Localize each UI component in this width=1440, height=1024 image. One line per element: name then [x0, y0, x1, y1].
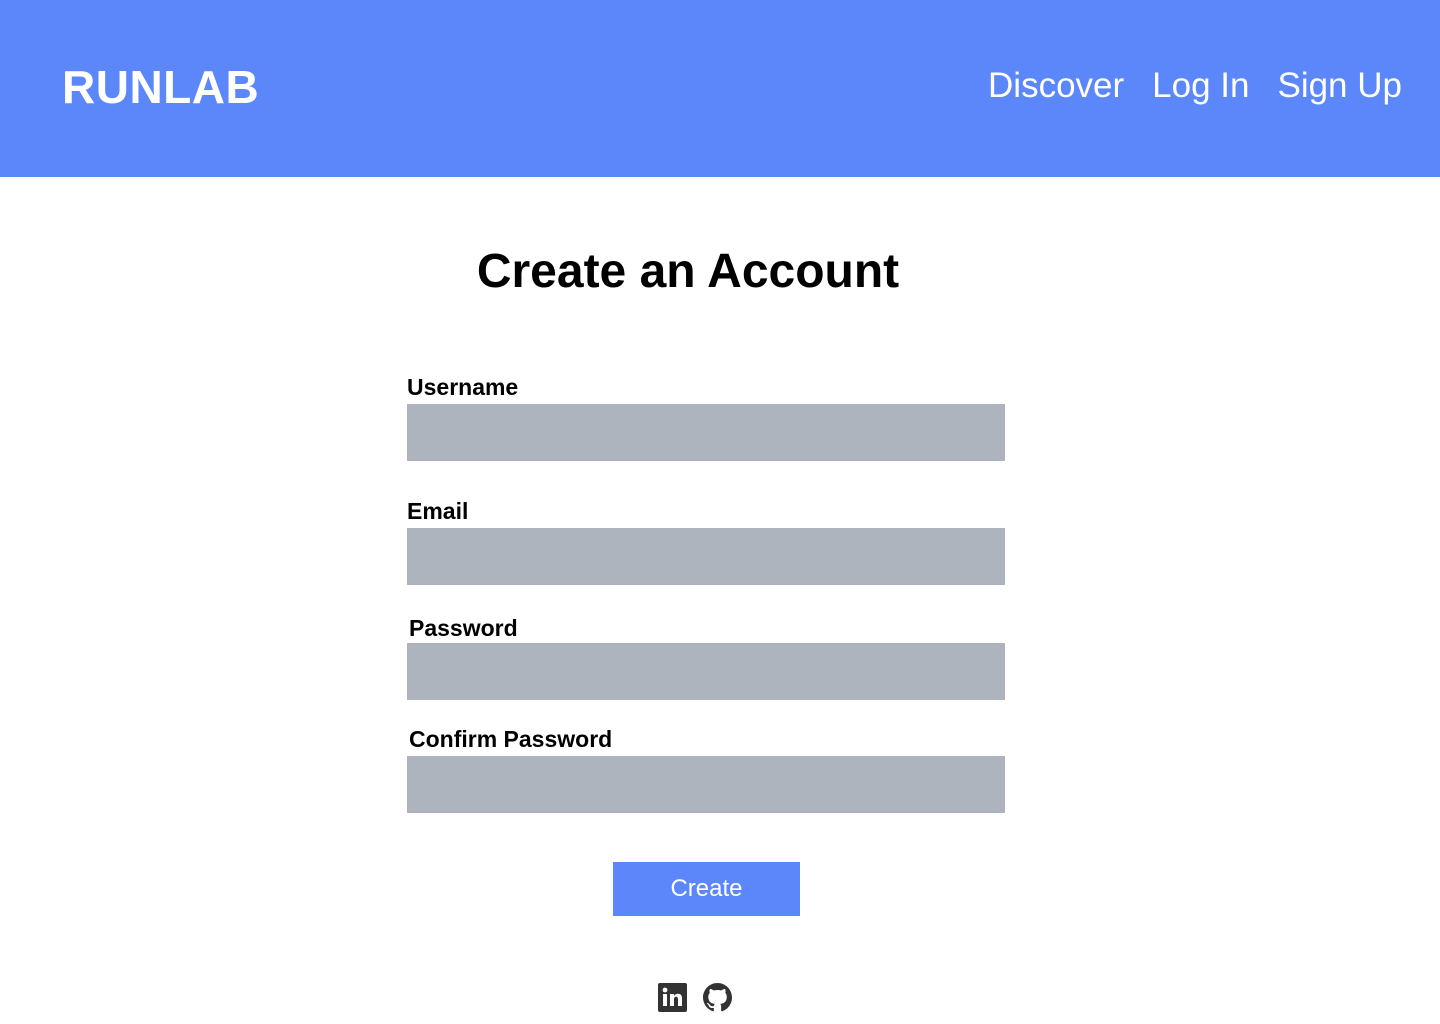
page-title: Create an Account [476, 245, 900, 298]
footer-social-links [658, 983, 732, 1012]
password-label: Password [409, 615, 518, 641]
header: RUNLAB Discover Log In Sign Up [0, 0, 1440, 177]
password-input[interactable] [407, 643, 1005, 700]
main-nav: Discover Log In Sign Up [988, 66, 1402, 106]
nav-discover[interactable]: Discover [988, 66, 1124, 106]
brand-logo[interactable]: RUNLAB [62, 60, 259, 114]
confirm-password-input[interactable] [407, 756, 1005, 813]
nav-sign-up[interactable]: Sign Up [1277, 66, 1402, 106]
confirm-password-label: Confirm Password [409, 726, 613, 752]
username-label: Username [407, 374, 519, 400]
linkedin-icon[interactable] [658, 983, 687, 1012]
email-label: Email [407, 498, 469, 524]
email-input[interactable] [407, 528, 1005, 585]
github-icon[interactable] [703, 983, 732, 1012]
nav-log-in[interactable]: Log In [1152, 66, 1249, 106]
username-input[interactable] [407, 404, 1005, 461]
create-button[interactable]: Create [613, 862, 800, 916]
